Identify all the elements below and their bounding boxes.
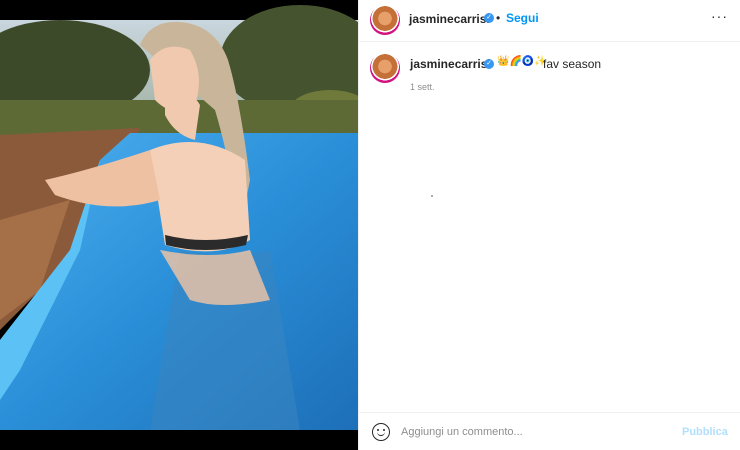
- username-link[interactable]: jasminecarrisi: [409, 12, 490, 26]
- comment-input[interactable]: [401, 422, 671, 442]
- verified-badge-icon: ✓: [484, 59, 494, 69]
- caption-avatar[interactable]: [370, 53, 400, 83]
- post-timestamp[interactable]: 1 sett.: [410, 82, 435, 92]
- caption-emojis: 👑🌈🧿✨: [497, 56, 547, 67]
- separator-dot: •: [496, 11, 501, 25]
- avatar[interactable]: [370, 5, 400, 35]
- post-photo[interactable]: [0, 0, 358, 450]
- smiley-icon[interactable]: [372, 423, 390, 441]
- post-sidebar: jasminecarrisi ✓ • Segui ··· jasminecarr…: [358, 0, 740, 450]
- post-image: [0, 0, 358, 450]
- caption-text: fav season: [543, 57, 602, 71]
- loading-dot: [431, 195, 433, 197]
- verified-badge-icon: ✓: [484, 13, 494, 23]
- more-options-icon[interactable]: ···: [711, 8, 728, 24]
- caption-username-link[interactable]: jasminecarrisi: [410, 57, 491, 71]
- post-comment-button[interactable]: Pubblica: [682, 426, 728, 438]
- comment-bar: Pubblica: [359, 412, 740, 450]
- follow-button[interactable]: Segui: [506, 11, 539, 25]
- post-header: jasminecarrisi ✓ • Segui ···: [359, 0, 740, 42]
